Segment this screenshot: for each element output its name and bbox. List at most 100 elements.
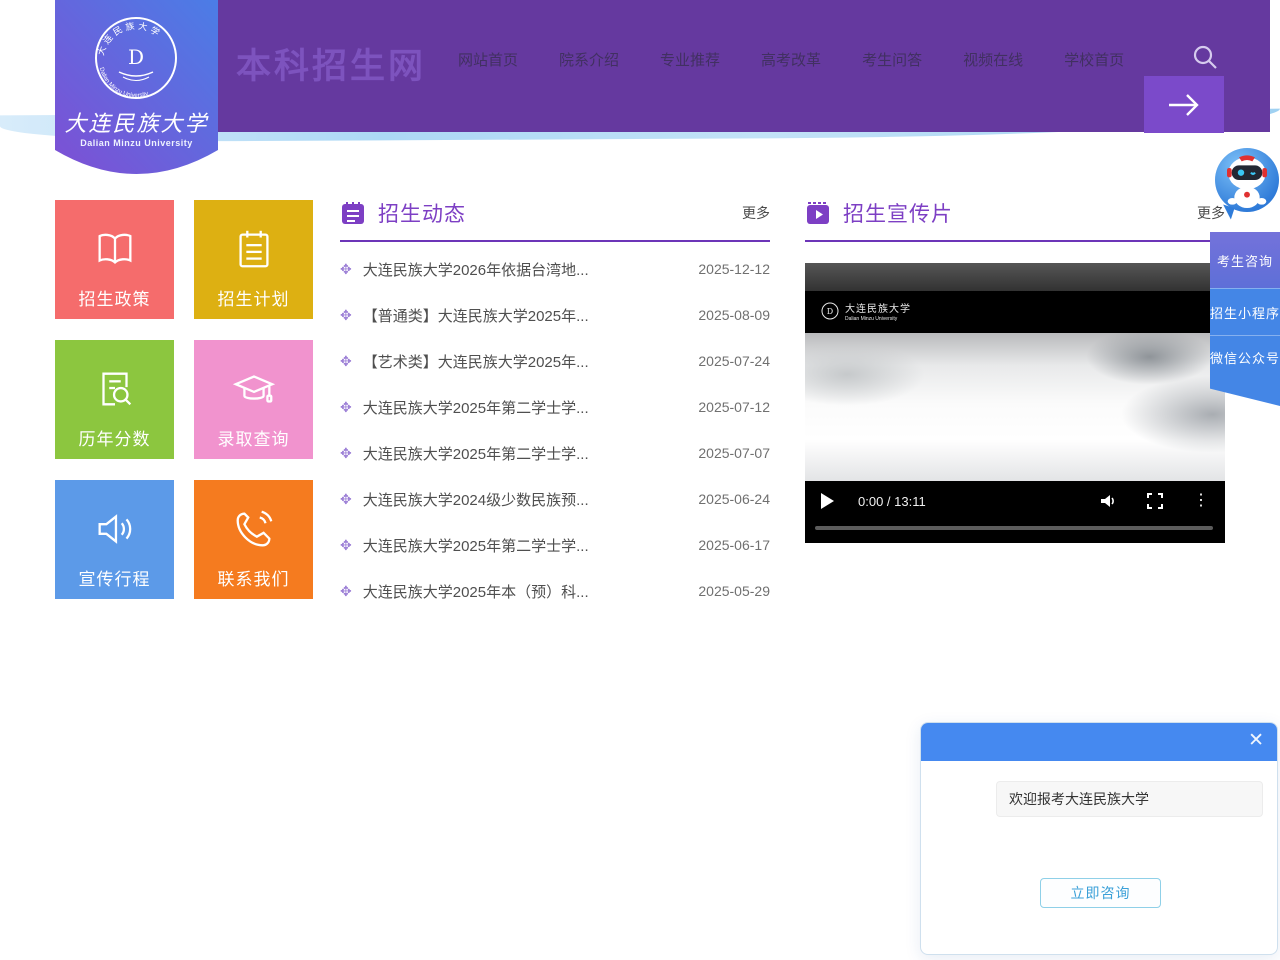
nav-item[interactable]: 高考改革 xyxy=(761,49,821,70)
floating-contact-widget: 考生咨询 招生小程序 微信公众号 xyxy=(1210,148,1280,406)
consult-now-button[interactable]: 立即咨询 xyxy=(1040,878,1161,908)
document-search-icon xyxy=(92,366,138,412)
badge-university-name: 大连民族大学 xyxy=(55,106,218,138)
bullet-compass-icon: ✥ xyxy=(340,491,352,508)
bullet-compass-icon: ✥ xyxy=(340,537,352,554)
sidebar-item-miniprogram[interactable]: 招生小程序 xyxy=(1210,288,1280,335)
badge-university-subtitle: Dalian Minzu University xyxy=(55,138,218,148)
banner-next-arrow-button[interactable] xyxy=(1144,76,1224,133)
more-options-icon[interactable]: ⋮ xyxy=(1193,493,1209,509)
tile-contact-us[interactable]: 联系我们 xyxy=(194,480,313,599)
tile-admission-plan[interactable]: 招生计划 xyxy=(194,200,313,319)
fullscreen-icon[interactable] xyxy=(1147,493,1163,509)
watermark-seal-icon: D xyxy=(821,302,839,320)
play-button[interactable] xyxy=(821,493,834,509)
main-nav: 网站首页 院系介绍 专业推荐 高考改革 考生问答 视频在线 学校首页 xyxy=(458,49,1124,70)
news-item-title: 大连民族大学2026年依据台湾地... xyxy=(363,259,691,280)
news-item-title: 【艺术类】大连民族大学2025年... xyxy=(363,351,691,372)
video-section: 招生宣传片 更多 D 大连民族大学 Dalian Minzu Universit… xyxy=(805,198,1225,543)
news-section-title: 招生动态 xyxy=(378,198,466,228)
video-top-shade xyxy=(805,263,1225,291)
book-icon xyxy=(92,226,138,272)
tile-label: 录取查询 xyxy=(218,425,290,450)
news-item-date: 2025-07-24 xyxy=(698,353,770,369)
graduation-cap-icon xyxy=(231,366,277,412)
clipboard-icon xyxy=(231,226,277,272)
news-list-item[interactable]: ✥ 【普通类】大连民族大学2025年... 2025-08-09 xyxy=(340,292,770,338)
video-frame-image xyxy=(805,333,1225,481)
university-badge[interactable]: 大 连 民 族 大 学 Dalian Minzu University D 大连… xyxy=(55,0,218,188)
news-list-item[interactable]: ✥ 大连民族大学2025年第二学士学... 2025-07-12 xyxy=(340,384,770,430)
news-section-header: 招生动态 更多 xyxy=(340,198,770,242)
news-list-item[interactable]: ✥ 大连民族大学2024级少数民族预... 2025-06-24 xyxy=(340,476,770,522)
video-controls: 0:00 / 13:11 ⋮ xyxy=(805,483,1225,543)
news-list-item[interactable]: ✥ 大连民族大学2025年第二学士学... 2025-07-07 xyxy=(340,430,770,476)
nav-item[interactable]: 专业推荐 xyxy=(660,49,720,70)
chat-popup: ✕ 欢迎报考大连民族大学 立即咨询 xyxy=(920,722,1278,955)
news-list-item[interactable]: ✥ 【艺术类】大连民族大学2025年... 2025-07-24 xyxy=(340,338,770,384)
news-list: ✥ 大连民族大学2026年依据台湾地... 2025-12-12 ✥ 【普通类】… xyxy=(340,246,770,614)
svg-text:D: D xyxy=(827,307,833,316)
speaker-icon xyxy=(92,506,138,552)
video-section-title: 招生宣传片 xyxy=(843,198,953,228)
news-list-item[interactable]: ✥ 大连民族大学2025年第二学士学... 2025-06-17 xyxy=(340,522,770,568)
news-item-date: 2025-12-12 xyxy=(698,261,770,277)
quick-links-grid: 招生政策 招生计划 历年分数 录取查询 宣传行程 xyxy=(55,200,313,599)
bullet-compass-icon: ✥ xyxy=(340,307,352,324)
watermark-en: Dalian Minzu University xyxy=(845,317,911,323)
news-item-title: 【普通类】大连民族大学2025年... xyxy=(363,305,691,326)
news-item-title: 大连民族大学2025年第二学士学... xyxy=(363,535,691,556)
robot-mascot-icon[interactable] xyxy=(1215,148,1279,212)
tile-promo-schedule[interactable]: 宣传行程 xyxy=(55,480,174,599)
news-item-date: 2025-05-29 xyxy=(698,583,770,599)
nav-item[interactable]: 视频在线 xyxy=(963,49,1023,70)
sidebar-item-consult[interactable]: 考生咨询 xyxy=(1210,232,1280,288)
svg-text:D: D xyxy=(128,45,144,69)
news-item-title: 大连民族大学2024级少数民族预... xyxy=(363,489,691,510)
chat-popup-header: ✕ xyxy=(921,723,1277,761)
tile-label: 招生政策 xyxy=(79,285,151,310)
news-item-title: 大连民族大学2025年本（预）科... xyxy=(363,581,691,602)
news-section: 招生动态 更多 ✥ 大连民族大学2026年依据台湾地... 2025-12-12… xyxy=(340,198,770,614)
news-item-title: 大连民族大学2025年第二学士学... xyxy=(363,443,691,464)
video-section-header: 招生宣传片 更多 xyxy=(805,198,1225,242)
badge-shape: 大 连 民 族 大 学 Dalian Minzu University D xyxy=(55,0,218,188)
video-icon xyxy=(805,200,831,226)
close-icon[interactable]: ✕ xyxy=(1248,730,1264,753)
tile-label: 招生计划 xyxy=(218,285,290,310)
tile-admission-query[interactable]: 录取查询 xyxy=(194,340,313,459)
news-list-item[interactable]: ✥ 大连民族大学2025年本（预）科... 2025-05-29 xyxy=(340,568,770,614)
sidebar-item-wechat[interactable]: 微信公众号 xyxy=(1210,335,1280,378)
notebook-icon xyxy=(340,200,366,226)
widget-ribbon-tail xyxy=(1210,378,1280,406)
video-time: 0:00 / 13:11 xyxy=(858,494,926,509)
news-list-item[interactable]: ✥ 大连民族大学2026年依据台湾地... 2025-12-12 xyxy=(340,246,770,292)
phone-icon xyxy=(231,506,277,552)
volume-icon[interactable] xyxy=(1099,492,1117,510)
news-item-date: 2025-08-09 xyxy=(698,307,770,323)
bullet-compass-icon: ✥ xyxy=(340,261,352,278)
news-more-link[interactable]: 更多 xyxy=(742,203,770,223)
tile-admission-policy[interactable]: 招生政策 xyxy=(55,200,174,319)
search-icon[interactable] xyxy=(1192,44,1218,75)
bullet-compass-icon: ✥ xyxy=(340,399,352,416)
arrow-right-icon xyxy=(1167,93,1201,117)
video-watermark: D 大连民族大学 Dalian Minzu University xyxy=(821,299,911,322)
nav-item[interactable]: 考生问答 xyxy=(862,49,922,70)
video-player[interactable]: D 大连民族大学 Dalian Minzu University 0:00 / … xyxy=(805,263,1225,543)
news-item-date: 2025-06-17 xyxy=(698,537,770,553)
news-item-date: 2025-07-07 xyxy=(698,445,770,461)
bullet-compass-icon: ✥ xyxy=(340,445,352,462)
nav-item[interactable]: 院系介绍 xyxy=(559,49,619,70)
tile-label: 联系我们 xyxy=(218,565,290,590)
video-progress-bar[interactable] xyxy=(815,526,1213,530)
nav-item[interactable]: 学校首页 xyxy=(1064,49,1124,70)
bullet-compass-icon: ✥ xyxy=(340,353,352,370)
tile-label: 宣传行程 xyxy=(79,565,151,590)
chat-message-bubble: 欢迎报考大连民族大学 xyxy=(996,781,1263,817)
nav-item[interactable]: 网站首页 xyxy=(458,49,518,70)
tile-historical-scores[interactable]: 历年分数 xyxy=(55,340,174,459)
news-item-date: 2025-07-12 xyxy=(698,399,770,415)
page-title: 本科招生网 xyxy=(236,38,426,89)
news-item-title: 大连民族大学2025年第二学士学... xyxy=(363,397,691,418)
